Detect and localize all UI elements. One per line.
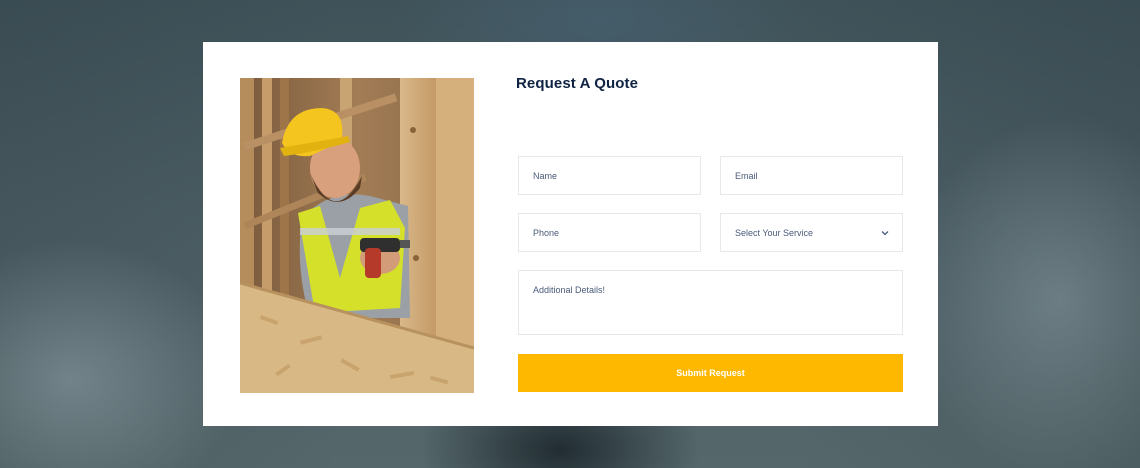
form-title: Request A Quote [516, 75, 639, 92]
email-field[interactable] [720, 156, 903, 195]
submit-request-button[interactable]: Submit Request [518, 354, 903, 392]
details-field[interactable] [518, 270, 903, 335]
chevron-down-icon [880, 228, 890, 238]
construction-worker-photo [240, 78, 474, 393]
quote-modal: Request A Quote Select Your Service Subm… [203, 42, 938, 426]
service-select-value: Select Your Service [735, 227, 814, 238]
phone-field[interactable] [518, 213, 701, 252]
name-field[interactable] [518, 156, 701, 195]
service-select[interactable]: Select Your Service [720, 213, 903, 252]
